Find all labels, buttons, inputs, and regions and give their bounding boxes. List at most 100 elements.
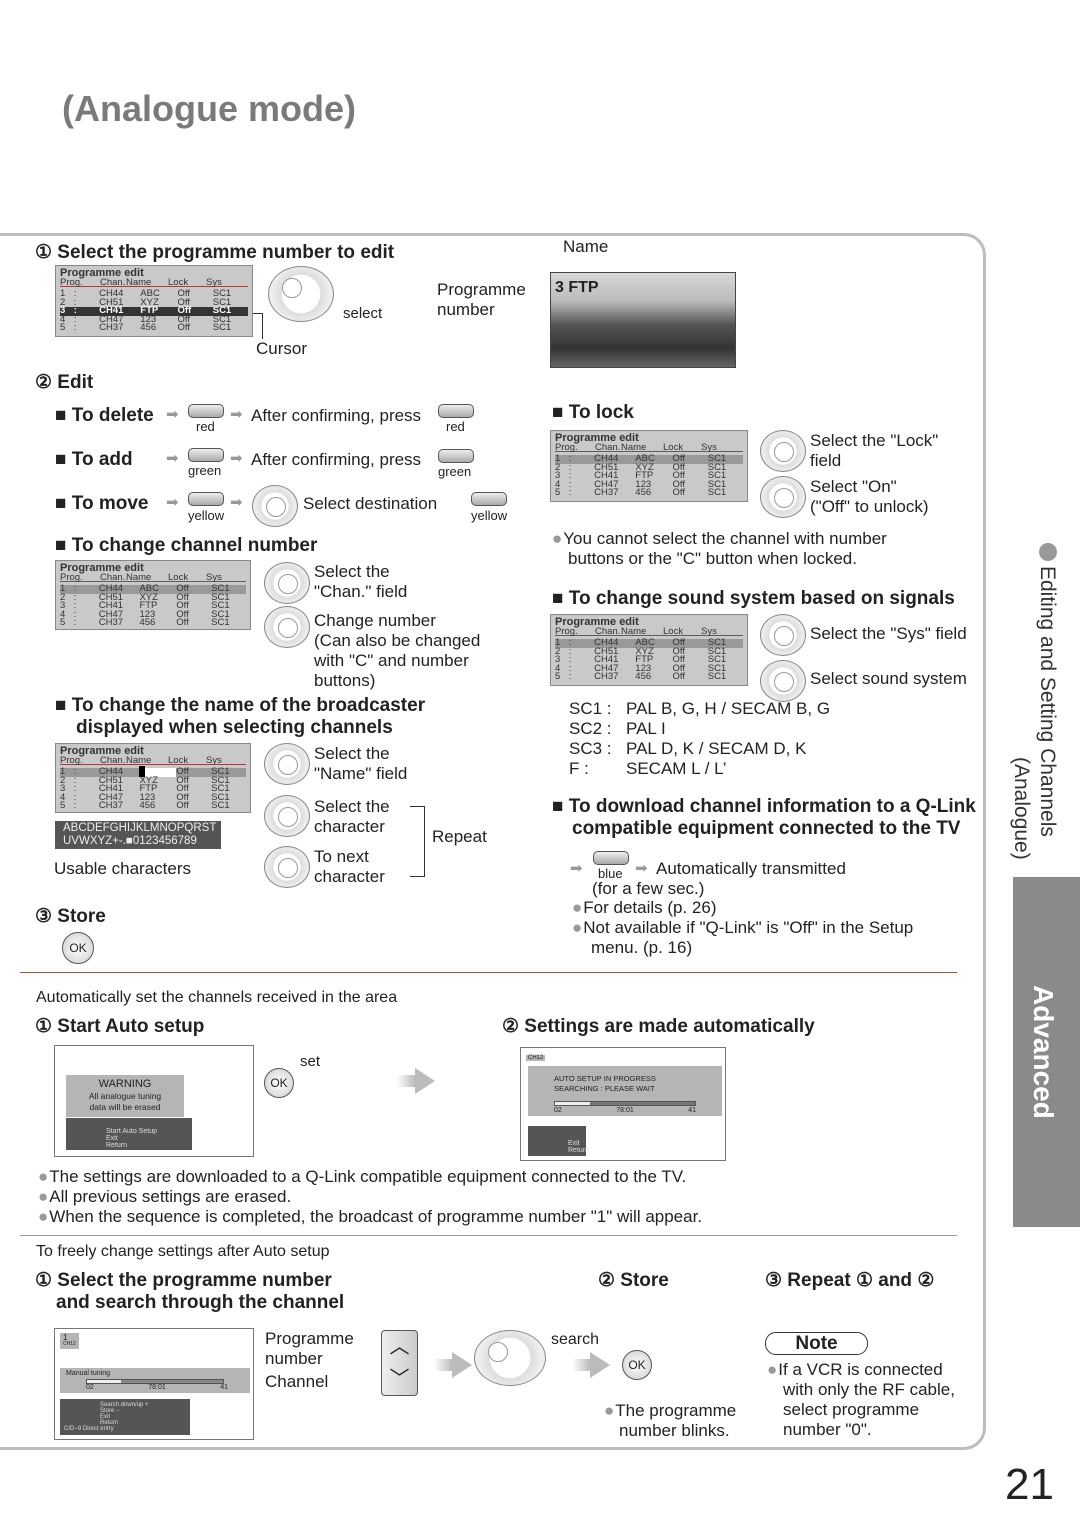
table-row: 5: CH37 456 Off SC1 <box>555 670 743 682</box>
red-button[interactable] <box>438 404 474 418</box>
prog-tag: 1 CH12 <box>60 1333 79 1349</box>
table-cell: Off <box>176 616 189 628</box>
edit-heading: ② Edit <box>35 372 94 393</box>
lock-heading: ■ To lock <box>552 402 634 423</box>
table-cell: SC1 <box>211 799 230 811</box>
programme-number-label: Programme number <box>437 280 526 319</box>
cursor-pad-icon <box>264 846 310 888</box>
table-cell: : <box>73 783 77 795</box>
note-text: If a VCR is connectedwith only the RF ca… <box>767 1360 955 1440</box>
blinks-note: The programmenumber blinks. <box>604 1401 736 1441</box>
repeat-label: Repeat <box>432 827 487 846</box>
arrow-icon <box>572 1352 610 1378</box>
table-cell: : <box>73 305 77 317</box>
table-header-cell: Name <box>126 572 152 583</box>
channel-up-down-button[interactable]: ︿ ﹀ <box>381 1330 418 1396</box>
cursor-pad-icon <box>264 795 310 837</box>
table-cell: Off <box>176 799 189 811</box>
select-lock-text: Select the "Lock" field <box>810 431 939 470</box>
arrow-icon: ➡ <box>230 494 243 511</box>
ok-button[interactable]: OK <box>622 1350 652 1380</box>
step1-heading: ① Select the programme number to edit <box>35 242 395 263</box>
arrow-icon: ➡ <box>635 860 648 877</box>
table-header-cell: Sys <box>701 626 717 637</box>
select-sound-text: Select sound system <box>810 669 967 688</box>
table-header-cell: Lock <box>168 277 189 288</box>
cursor-pad-icon <box>268 266 334 322</box>
arrow-icon: ➡ <box>166 406 179 423</box>
cursor-pad-icon <box>760 476 806 518</box>
table-cell: : <box>568 662 572 674</box>
arrow-icon: ➡ <box>166 450 179 467</box>
table-cell: 5 <box>60 321 66 333</box>
red-label: red <box>446 419 465 434</box>
page-number: 21 <box>1005 1460 1054 1509</box>
auto-step1: ① Start Auto setup <box>35 1016 205 1037</box>
green-button[interactable] <box>188 448 224 462</box>
ok-button[interactable]: OK <box>264 1068 294 1098</box>
programme-edit-table: Programme edit Prog. Chan. Name Lock Sys 1: CH4… <box>55 265 253 337</box>
table-cell: : <box>73 600 77 612</box>
table-cell: : <box>73 321 77 333</box>
cursor-pad-icon <box>760 614 806 656</box>
select-name-text: Select the "Name" field <box>314 744 408 783</box>
side-section-title: Editing and Setting Channels <box>1036 566 1059 837</box>
name-label: Name <box>563 237 609 256</box>
qlink-heading: ■ To download channel information to a Q… <box>552 796 976 839</box>
table-row: 5: CH37 456 Off SC1 <box>60 799 246 811</box>
table-cell: SC1 <box>707 486 727 498</box>
table-cell: 5 <box>60 799 66 811</box>
table-header-cell: Chan. <box>100 572 126 583</box>
blue-button[interactable] <box>593 851 629 865</box>
table-header-cell: Lock <box>168 572 189 583</box>
table-header: Prog. Chan. Name Lock Sys <box>555 626 743 637</box>
table-cell: 456 <box>635 670 652 682</box>
manual-tuning-box: Manual tuning 02 78:01 41 <box>60 1368 250 1393</box>
select-sys-text: Select the "Sys" field <box>810 624 967 643</box>
auto-step2: ② Settings are made automatically <box>502 1016 815 1037</box>
repeat-bracket <box>410 806 425 877</box>
green-button[interactable] <box>438 449 474 463</box>
select-character-text: Select the character <box>314 797 390 836</box>
qlink-unavailable: Not available if "Q-Link" is "Off" in th… <box>572 918 913 958</box>
yellow-button[interactable] <box>188 492 224 506</box>
table-cell: SC1 <box>212 321 232 333</box>
table-cell: : <box>73 583 77 595</box>
table-cell: : <box>73 616 77 628</box>
table-cell: SC1 <box>707 670 727 682</box>
table-header-cell: Lock <box>663 442 684 453</box>
select-chan-text: Select the "Chan." field <box>314 562 408 601</box>
progress-screen: CH12 AUTO SETUP IN PROGRESS SEARCHING : P… <box>520 1047 726 1161</box>
ok-button[interactable]: OK <box>62 932 94 964</box>
table-header-cell: Sys <box>206 755 222 766</box>
manual-step1: ① Select the programme number and search … <box>35 1270 345 1313</box>
table-header-cell: Lock <box>663 626 684 637</box>
green-label: green <box>188 463 222 478</box>
table-cell: CH37 <box>98 616 124 628</box>
table-header: Prog. Chan. Name Lock Sys <box>60 572 246 583</box>
qlink-details: For details (p. 26) <box>572 898 716 918</box>
cursor-leader <box>253 313 263 339</box>
usable-characters-label: Usable characters <box>54 859 192 878</box>
manual-step3: ③ Repeat ① and ② <box>765 1270 935 1291</box>
table-header-cell: Chan. <box>100 755 126 766</box>
yellow-button[interactable] <box>471 492 507 506</box>
red-button[interactable] <box>188 404 224 418</box>
sound-system-list: SC1 : PAL B, G, H / SECAM B, G SC2 : PAL I… <box>569 699 831 778</box>
table-cell: CH37 <box>594 486 619 498</box>
cursor-pad-icon[interactable] <box>474 1330 546 1386</box>
programme-edit-table: Programme edit Prog. Chan. Name Lock Sys 1: CH4… <box>550 430 748 502</box>
table-cell: : <box>568 645 572 657</box>
cursor-pad-icon <box>264 562 310 604</box>
table-cell: : <box>73 608 77 620</box>
add-label: ■ To add <box>55 449 133 470</box>
store-heading: ③ Store <box>35 906 106 927</box>
table-cell: 456 <box>635 486 652 498</box>
cursor-pad-icon <box>264 743 310 785</box>
progress-box: AUTO SETUP IN PROGRESS SEARCHING : PLEASE… <box>528 1066 722 1116</box>
table-header-cell: Lock <box>168 755 189 766</box>
table-cell: 5 <box>555 486 561 498</box>
add-after: After confirming, press <box>251 450 422 469</box>
change-channel-heading: ■ To change channel number <box>55 535 318 556</box>
table-header: Prog. Chan. Name Lock Sys <box>60 277 248 288</box>
